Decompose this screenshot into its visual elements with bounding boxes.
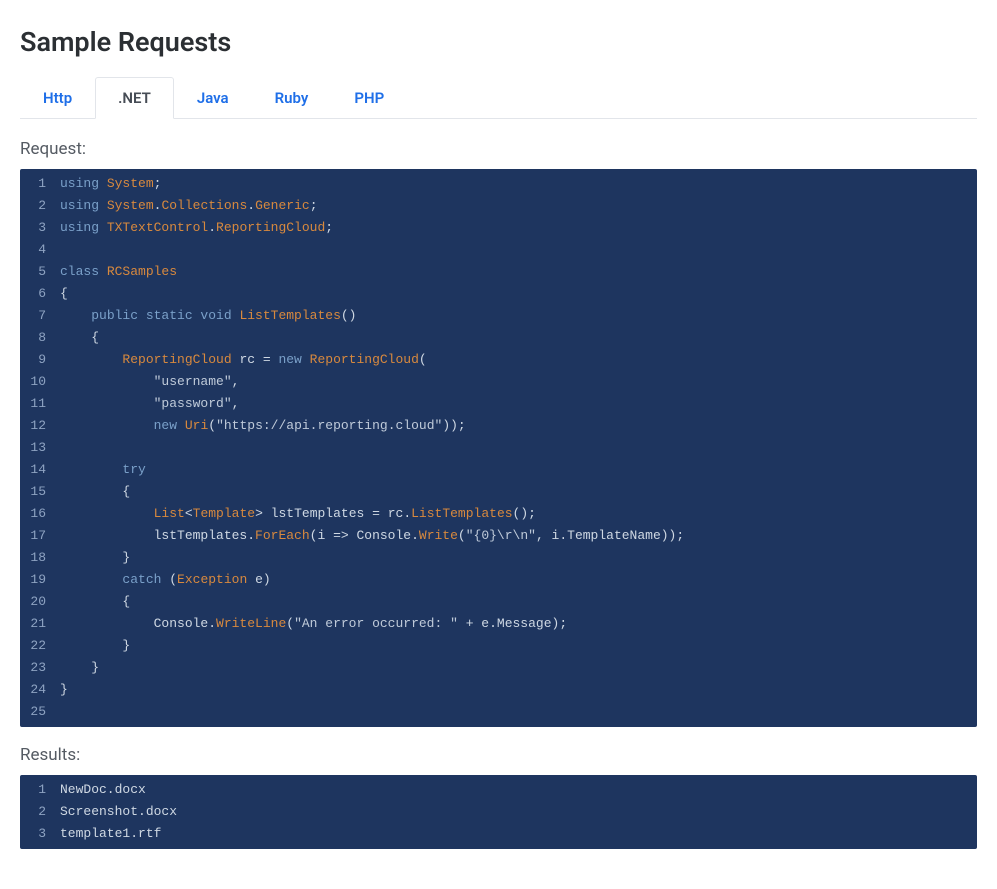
code-line: 8 { [20,327,977,349]
language-tabs: Http.NETJavaRubyPHP [20,76,977,119]
code-line: 22 } [20,635,977,657]
line-number: 25 [20,701,60,723]
line-number: 20 [20,591,60,613]
result-line: 3template1.rtf [20,823,977,845]
tab-php[interactable]: PHP [331,77,407,119]
line-number: 4 [20,239,60,261]
result-line: 2Screenshot.docx [20,801,977,823]
code-content: class RCSamples [60,261,977,283]
code-line: 7 public static void ListTemplates() [20,305,977,327]
result-content: NewDoc.docx [60,779,977,801]
line-number: 3 [20,217,60,239]
code-line: 12 new Uri("https://api.reporting.cloud"… [20,415,977,437]
code-line: 10 "username", [20,371,977,393]
code-content: { [60,327,977,349]
code-line: 9 ReportingCloud rc = new ReportingCloud… [20,349,977,371]
code-content: Console.WriteLine("An error occurred: " … [60,613,977,635]
code-content: { [60,481,977,503]
code-content: "username", [60,371,977,393]
code-content: lstTemplates.ForEach(i => Console.Write(… [60,525,977,547]
code-content: } [60,657,977,679]
code-line: 18 } [20,547,977,569]
code-content [60,701,977,723]
code-line: 13 [20,437,977,459]
tab-net[interactable]: .NET [95,77,174,119]
code-content: } [60,679,977,701]
line-number: 5 [20,261,60,283]
request-code-block: 1using System;2using System.Collections.… [20,169,977,727]
code-line: 24} [20,679,977,701]
code-line: 19 catch (Exception e) [20,569,977,591]
line-number: 22 [20,635,60,657]
code-line: 11 "password", [20,393,977,415]
code-line: 17 lstTemplates.ForEach(i => Console.Wri… [20,525,977,547]
code-line: 21 Console.WriteLine("An error occurred:… [20,613,977,635]
line-number: 7 [20,305,60,327]
line-number: 15 [20,481,60,503]
line-number: 2 [20,195,60,217]
tab-java[interactable]: Java [174,77,252,119]
code-line: 14 try [20,459,977,481]
line-number: 16 [20,503,60,525]
code-line: 15 { [20,481,977,503]
results-code-block: 1NewDoc.docx2Screenshot.docx3template1.r… [20,775,977,849]
page-title: Sample Requests [20,26,977,58]
line-number: 23 [20,657,60,679]
code-content: try [60,459,977,481]
code-content: using System; [60,173,977,195]
line-number: 14 [20,459,60,481]
code-line: 20 { [20,591,977,613]
line-number: 9 [20,349,60,371]
line-number: 3 [20,823,60,845]
line-number: 10 [20,371,60,393]
line-number: 1 [20,779,60,801]
code-line: 5class RCSamples [20,261,977,283]
tab-http[interactable]: Http [20,77,95,119]
line-number: 12 [20,415,60,437]
code-line: 1using System; [20,173,977,195]
line-number: 13 [20,437,60,459]
code-content: catch (Exception e) [60,569,977,591]
code-content [60,437,977,459]
code-content: using TXTextControl.ReportingCloud; [60,217,977,239]
results-label: Results: [20,745,977,765]
code-line: 2using System.Collections.Generic; [20,195,977,217]
code-line: 25 [20,701,977,723]
code-line: 4 [20,239,977,261]
line-number: 24 [20,679,60,701]
code-line: 6{ [20,283,977,305]
code-line: 16 List<Template> lstTemplates = rc.List… [20,503,977,525]
line-number: 1 [20,173,60,195]
tab-ruby[interactable]: Ruby [252,77,332,119]
code-content [60,239,977,261]
code-line: 3using TXTextControl.ReportingCloud; [20,217,977,239]
line-number: 21 [20,613,60,635]
request-label: Request: [20,139,977,159]
code-content: new Uri("https://api.reporting.cloud")); [60,415,977,437]
line-number: 17 [20,525,60,547]
code-content: public static void ListTemplates() [60,305,977,327]
line-number: 6 [20,283,60,305]
result-line: 1NewDoc.docx [20,779,977,801]
line-number: 11 [20,393,60,415]
code-content: List<Template> lstTemplates = rc.ListTem… [60,503,977,525]
result-content: template1.rtf [60,823,977,845]
line-number: 2 [20,801,60,823]
code-content: { [60,591,977,613]
code-content: } [60,635,977,657]
line-number: 19 [20,569,60,591]
line-number: 8 [20,327,60,349]
code-content: } [60,547,977,569]
code-content: { [60,283,977,305]
code-content: using System.Collections.Generic; [60,195,977,217]
result-content: Screenshot.docx [60,801,977,823]
code-content: "password", [60,393,977,415]
code-line: 23 } [20,657,977,679]
line-number: 18 [20,547,60,569]
code-content: ReportingCloud rc = new ReportingCloud( [60,349,977,371]
